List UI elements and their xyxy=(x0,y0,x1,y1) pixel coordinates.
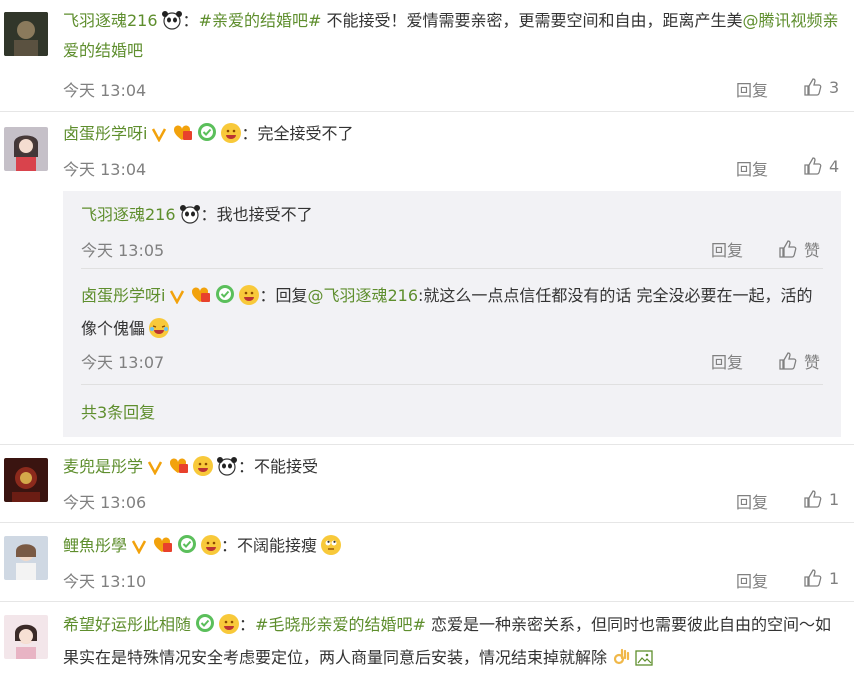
fan-badge-icon xyxy=(167,455,189,485)
reply-username[interactable]: 卤蛋彤学呀i xyxy=(81,286,165,305)
reply-time: 今天 13:05 xyxy=(81,241,165,260)
panda-emoji-icon xyxy=(161,10,183,30)
reply-button[interactable]: 回复 xyxy=(736,568,768,592)
vip-badge-icon xyxy=(147,455,163,485)
comment-username[interactable]: 麦兜是彤学 xyxy=(63,457,143,476)
divider xyxy=(0,522,854,523)
laugh-cry-emoji-icon xyxy=(149,318,170,338)
reply-button[interactable]: 回复 xyxy=(711,349,743,373)
panda-emoji-icon xyxy=(179,204,201,224)
reply-button[interactable]: 回复 xyxy=(711,237,743,261)
like-button[interactable]: 4 xyxy=(803,156,839,176)
comment-time: 今天 13:04 xyxy=(63,81,147,100)
comment-username[interactable]: 卤蛋彤学呀i xyxy=(63,124,147,143)
eye-roll-emoji-icon xyxy=(321,535,342,555)
reply-thread: 飞羽逐魂216 ：我也接受不了 今天 13:05 回复 赞 卤蛋彤学呀i ：回复@飞… xyxy=(63,191,841,437)
like-button[interactable]: 1 xyxy=(803,489,839,509)
reply-time: 今天 13:07 xyxy=(81,353,165,372)
avatar[interactable] xyxy=(4,458,48,502)
avatar[interactable] xyxy=(4,536,48,580)
grin-emoji-icon xyxy=(239,285,260,305)
divider xyxy=(0,111,854,112)
divider xyxy=(0,601,854,602)
grin-emoji-icon xyxy=(201,535,222,555)
reply-button[interactable]: 回复 xyxy=(736,489,768,513)
fan-badge-icon xyxy=(151,534,173,564)
comment-time: 今天 13:04 xyxy=(63,160,147,179)
comment-text: 不能接受！爱情需要亲密，更需要空间和自由，距离产生美 xyxy=(326,11,743,30)
fan-badge-icon xyxy=(171,122,193,152)
thumbs-up-icon xyxy=(804,157,822,175)
grin-emoji-icon xyxy=(193,456,214,476)
avatar[interactable] xyxy=(4,12,48,56)
comment-username[interactable]: 希望好运彤此相随 xyxy=(63,615,191,634)
like-button[interactable]: 赞 xyxy=(778,237,820,261)
like-count: 4 xyxy=(829,156,840,176)
like-label: 赞 xyxy=(804,241,821,260)
comment-username[interactable]: 飞羽逐魂216 xyxy=(63,11,158,30)
mention-link[interactable]: @飞羽逐魂216 xyxy=(307,286,418,305)
like-button[interactable]: 1 xyxy=(803,568,839,588)
thumbs-up-icon xyxy=(804,569,822,587)
divider xyxy=(81,384,823,385)
verified-badge-icon xyxy=(177,534,197,564)
like-count: 1 xyxy=(829,568,840,588)
avatar[interactable] xyxy=(4,615,48,659)
verified-badge-icon xyxy=(195,613,215,643)
ok-hand-emoji-icon xyxy=(611,647,631,667)
comment-text: 完全接受不了 xyxy=(257,124,354,143)
like-button[interactable]: 赞 xyxy=(778,349,820,373)
reply-username[interactable]: 飞羽逐魂216 xyxy=(81,205,176,224)
vip-badge-icon xyxy=(151,122,167,152)
reply-text: 我也接受不了 xyxy=(216,205,313,224)
comment-text: 不阔能接瘦 xyxy=(237,536,318,555)
reply-button[interactable]: 回复 xyxy=(736,77,768,101)
like-count: 3 xyxy=(829,77,840,97)
verified-badge-icon xyxy=(197,122,217,152)
grin-emoji-icon xyxy=(219,614,240,634)
topic-tag-link[interactable]: #毛晓彤亲爱的结婚吧# xyxy=(255,615,426,634)
reply-button[interactable]: 回复 xyxy=(736,156,768,180)
like-label: 赞 xyxy=(804,353,821,372)
view-all-replies-link[interactable]: 共3条回复 xyxy=(81,399,155,423)
thumbs-up-icon xyxy=(804,490,822,508)
comment-time: 今天 13:06 xyxy=(63,493,147,512)
thumbs-up-icon xyxy=(779,240,797,258)
vip-badge-icon xyxy=(169,284,185,314)
like-button[interactable]: 3 xyxy=(803,77,839,97)
image-icon[interactable] xyxy=(635,646,653,674)
divider xyxy=(0,444,854,445)
comment-text: 不能接受 xyxy=(254,457,319,476)
like-count: 1 xyxy=(829,489,840,509)
verified-badge-icon xyxy=(215,284,235,314)
topic-tag-link[interactable]: #亲爱的结婚吧# xyxy=(199,11,322,30)
vip-badge-icon xyxy=(131,534,147,564)
comment-time: 今天 13:10 xyxy=(63,572,147,591)
panda-emoji-icon xyxy=(216,456,238,476)
thumbs-up-icon xyxy=(779,352,797,370)
fan-badge-icon xyxy=(189,284,211,314)
comment-username[interactable]: 鲤魚彤學 xyxy=(63,536,127,555)
thumbs-up-icon xyxy=(804,78,822,96)
avatar[interactable] xyxy=(4,127,48,171)
divider xyxy=(81,268,823,269)
grin-emoji-icon xyxy=(221,123,242,143)
